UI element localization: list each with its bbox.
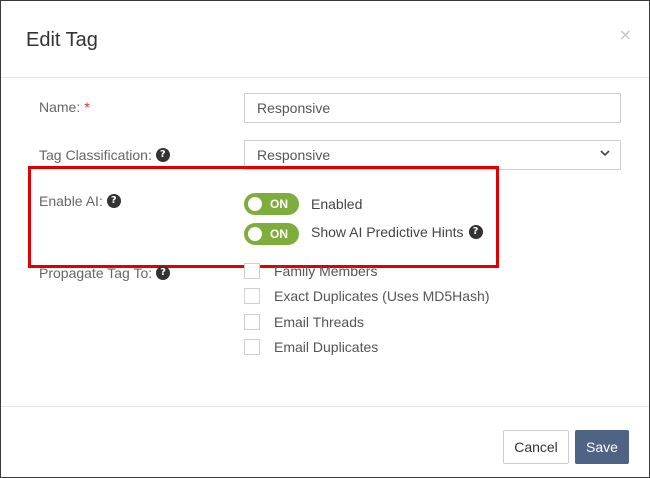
classification-selected-value: Responsive [257, 147, 331, 163]
close-icon[interactable]: × [619, 25, 632, 44]
name-label-text: Name: [39, 99, 81, 115]
checkbox[interactable] [244, 263, 260, 279]
dialog-title: Edit Tag [26, 29, 98, 51]
checkbox-label: Email Duplicates [274, 339, 379, 355]
name-label: Name: * [39, 99, 90, 115]
checkbox-label: Email Threads [274, 314, 365, 330]
question-circle-icon[interactable]: ? [155, 148, 170, 162]
chevron-down-icon [600, 150, 610, 157]
dialog-header: Edit Tag × [1, 1, 649, 78]
checkbox[interactable] [244, 288, 260, 304]
propagate-option-family[interactable]: Family Members [244, 263, 377, 279]
cancel-button[interactable]: Cancel [503, 430, 569, 464]
propagate-label: Propagate Tag To: ? [39, 265, 171, 281]
propagate-label-text: Propagate Tag To: [39, 265, 153, 281]
propagate-option-email-threads[interactable]: Email Threads [244, 314, 364, 330]
required-mark: * [84, 99, 90, 115]
question-circle-icon[interactable]: ? [156, 266, 171, 280]
edit-tag-dialog: Edit Tag × Name: * Responsive Tag Classi… [0, 0, 650, 478]
checkbox-label: Exact Duplicates (Uses MD5Hash) [274, 288, 490, 304]
checkbox-label: Family Members [274, 263, 378, 279]
save-button[interactable]: Save [575, 430, 629, 464]
dialog-footer: Cancel Save [1, 406, 649, 477]
propagate-option-email-duplicates[interactable]: Email Duplicates [244, 339, 378, 355]
name-input[interactable]: Responsive [244, 93, 621, 123]
classification-label: Tag Classification: ? [39, 147, 170, 163]
annotation-highlight-box [28, 166, 499, 268]
classification-label-text: Tag Classification: [39, 147, 152, 163]
propagate-option-exact-duplicates[interactable]: Exact Duplicates (Uses MD5Hash) [244, 288, 490, 304]
checkbox[interactable] [244, 339, 260, 355]
checkbox[interactable] [244, 314, 260, 330]
